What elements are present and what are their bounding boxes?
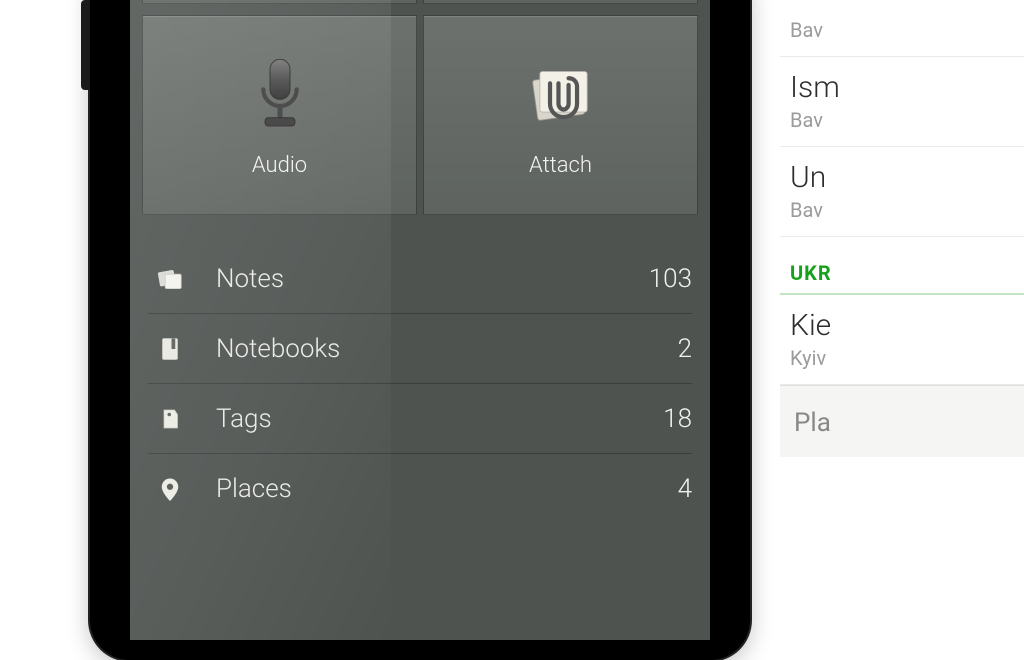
list-item-title: Kie: [790, 309, 1024, 342]
nav-item-notes[interactable]: Notes 103: [148, 244, 692, 314]
list-item-title: Ism: [790, 71, 1024, 104]
nav-list: Notes 103 Notebooks 2: [130, 244, 710, 524]
nav-label: Notes: [216, 264, 649, 294]
nav-count: 103: [649, 264, 692, 294]
list-item-sub: Bav: [790, 108, 1024, 132]
phone-frame: New note Snapshot: [90, 0, 750, 660]
notebook-icon: [148, 334, 192, 364]
notes-icon: [148, 263, 192, 295]
background-location-list: Bav Ism Bav Un Bav UKR Kie Kyiv Pla: [780, 0, 1024, 576]
nav-label: Notebooks: [216, 334, 678, 364]
audio-button[interactable]: Audio: [142, 15, 417, 215]
list-item[interactable]: Ism Bav: [780, 57, 1024, 147]
nav-item-places[interactable]: Places 4: [148, 454, 692, 524]
list-item-sub: Bav: [790, 18, 1024, 42]
nav-label: Tags: [216, 404, 663, 434]
list-item-sub: Kyiv: [790, 346, 1024, 370]
tag-icon: [148, 404, 192, 434]
list-item[interactable]: Un Bav: [780, 147, 1024, 237]
nav-label: Places: [216, 474, 678, 504]
list-item[interactable]: Kie Kyiv: [780, 295, 1024, 385]
places-footer[interactable]: Pla: [780, 385, 1024, 457]
places-icon: [148, 474, 192, 504]
attach-button[interactable]: Attach: [423, 15, 698, 215]
nav-item-tags[interactable]: Tags 18: [148, 384, 692, 454]
microphone-icon: [237, 53, 323, 139]
nav-count: 4: [678, 474, 692, 504]
quick-action-grid: New note Snapshot: [130, 0, 710, 220]
tile-label: Attach: [529, 153, 592, 178]
list-item[interactable]: Bav: [780, 0, 1024, 57]
attach-icon: [518, 53, 604, 139]
phone-screen: New note Snapshot: [130, 0, 710, 640]
list-section-header: UKR: [780, 237, 1024, 295]
nav-count: 2: [678, 334, 692, 364]
tile-label: Audio: [252, 153, 307, 178]
nav-item-notebooks[interactable]: Notebooks 2: [148, 314, 692, 384]
phone-side-button: [81, 0, 90, 90]
snapshot-button[interactable]: Snapshot: [423, 0, 698, 4]
new-note-button[interactable]: New note: [142, 0, 417, 4]
list-item-sub: Bav: [790, 198, 1024, 222]
nav-count: 18: [663, 404, 692, 434]
list-item-title: Un: [790, 161, 1024, 194]
